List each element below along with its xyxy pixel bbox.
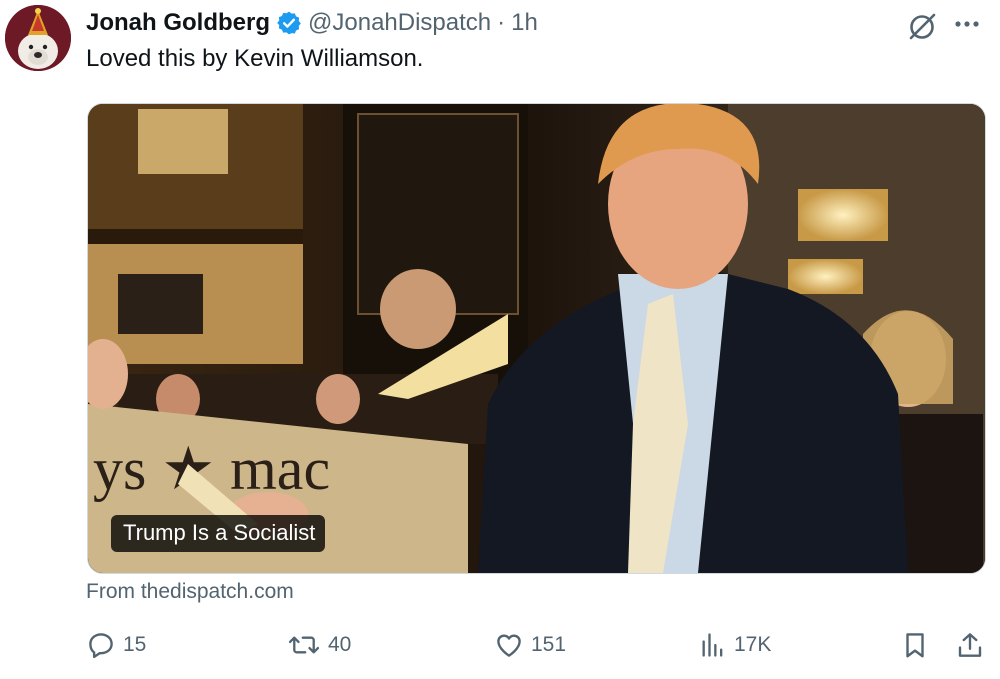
card-title[interactable]: Trump Is a Socialist [111, 515, 326, 552]
grok-icon[interactable] [906, 10, 938, 47]
separator-dot: · [497, 9, 506, 36]
repost-count: 40 [328, 633, 352, 656]
card-source[interactable]: From thedispatch.com [86, 580, 294, 604]
more-options-icon[interactable] [953, 12, 981, 41]
verified-badge-icon [276, 10, 302, 36]
tweet-header: Jonah Goldberg @JonahDispatch · 1h [86, 6, 538, 40]
reply-icon [89, 633, 113, 659]
like-count: 151 [531, 633, 567, 656]
bookmark-button[interactable] [900, 630, 937, 660]
views-button[interactable]: 17K [699, 630, 771, 660]
avatar[interactable] [5, 5, 71, 71]
view-count: 17K [734, 633, 772, 656]
reply-button[interactable]: 15 [86, 630, 146, 660]
reply-count: 15 [123, 633, 147, 656]
tweet-timestamp[interactable]: 1h [511, 9, 538, 37]
share-icon [958, 633, 982, 657]
tweet-text: Loved this by Kevin Williamson. [86, 45, 424, 72]
author-handle[interactable]: @JonahDispatch [308, 9, 491, 37]
action-bar: 15 40 151 17K [0, 630, 1000, 670]
card-photo: ys ★ mac [88, 104, 985, 573]
analytics-icon [702, 633, 723, 657]
author-name[interactable]: Jonah Goldberg [86, 9, 270, 37]
repost-button[interactable]: 40 [287, 630, 351, 660]
share-button[interactable] [955, 630, 992, 660]
repost-icon [288, 636, 320, 654]
like-button[interactable]: 151 [494, 630, 566, 660]
heart-icon [497, 634, 521, 657]
bookmark-icon [906, 633, 924, 658]
link-card[interactable]: ys ★ mac Trump Is a Socialist [87, 103, 986, 574]
